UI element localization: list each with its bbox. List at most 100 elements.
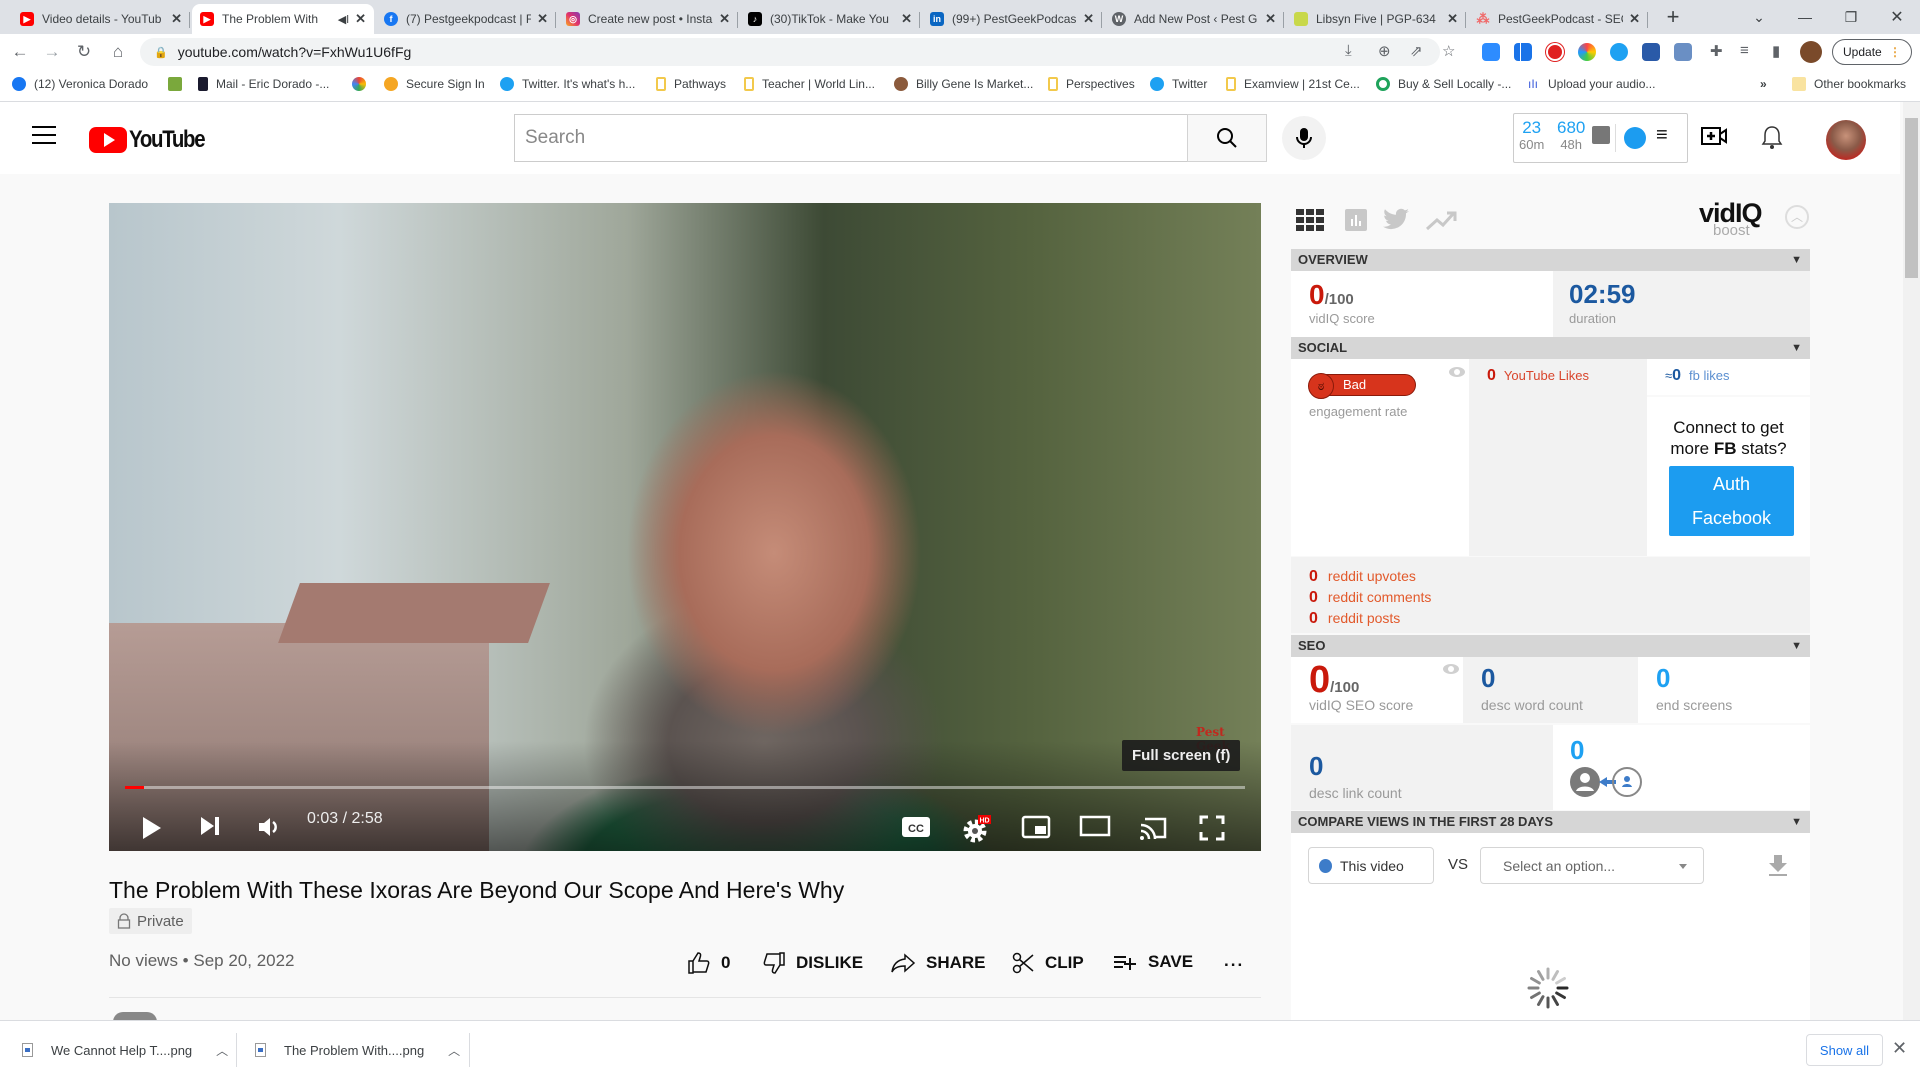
progress-bar[interactable]	[125, 786, 1245, 789]
more-bookmarks-button[interactable]: »	[1760, 77, 1767, 91]
tab-video-details[interactable]: ▶ Video details - YouTub ✕	[12, 4, 190, 34]
tab-facebook[interactable]: f (7) Pestgeekpodcast | F ✕	[376, 4, 556, 34]
play-button[interactable]	[141, 815, 163, 841]
save-button[interactable]: SAVE	[1112, 951, 1193, 973]
close-icon[interactable]: ✕	[537, 11, 548, 27]
collapse-triangle-icon[interactable]: ▼	[1791, 811, 1802, 833]
bookmark-item[interactable]: Twitter. It's what's h...	[500, 77, 635, 91]
vidiq-header-widget[interactable]: 23 60m 680 48h ≡	[1513, 113, 1688, 163]
vidiq-trends-tab[interactable]	[1425, 209, 1457, 236]
tab-tiktok[interactable]: ♪ (30)TikTok - Make You ✕	[740, 4, 920, 34]
this-video-legend[interactable]: This video	[1308, 847, 1434, 884]
captions-button[interactable]: CC	[901, 815, 931, 839]
speaker-icon[interactable]: ◀ǀ	[338, 13, 349, 26]
search-input[interactable]: Search	[514, 114, 1188, 162]
kebab-menu-icon[interactable]: ⋮	[1889, 45, 1901, 59]
reload-button[interactable]: ↻	[70, 34, 98, 70]
like-button[interactable]: 0	[687, 951, 730, 975]
close-icon[interactable]: ✕	[1629, 11, 1640, 27]
vidiq-grid-tab[interactable]	[1296, 209, 1324, 236]
bookmark-item[interactable]: Pathways	[656, 77, 726, 91]
zoom-extension-icon[interactable]	[1482, 43, 1500, 61]
miniplayer-button[interactable]	[1021, 815, 1051, 839]
calendar-extension-icon[interactable]	[1642, 43, 1660, 61]
code-extension-icon[interactable]	[1674, 43, 1692, 61]
bookmark-item[interactable]	[352, 77, 374, 91]
tab-search-chevron-icon[interactable]: ⌄	[1736, 0, 1782, 34]
next-button[interactable]	[199, 815, 221, 837]
extensions-puzzle-icon[interactable]: ✚	[1710, 42, 1723, 60]
side-panel-icon[interactable]: ▮	[1772, 42, 1780, 60]
download-icon[interactable]	[1768, 853, 1788, 877]
close-downloads-bar-button[interactable]: ✕	[1892, 1038, 1907, 1059]
close-icon[interactable]: ✕	[1447, 11, 1458, 27]
tab-linkedin[interactable]: in (99+) PestGeekPodcas ✕	[922, 4, 1102, 34]
tab-wordpress[interactable]: W Add New Post ‹ Pest G ✕	[1104, 4, 1284, 34]
download-item[interactable]: We Cannot Help T....png ︿	[22, 1021, 228, 1079]
seo-section-header[interactable]: SEO ▼	[1291, 635, 1810, 657]
download-item[interactable]: The Problem With....png ︿	[255, 1021, 460, 1079]
hamburger-menu-icon[interactable]	[32, 126, 56, 146]
collapse-triangle-icon[interactable]: ▼	[1791, 635, 1802, 657]
address-bar[interactable]: 🔒 youtube.com/watch?v=FxhWu1U6fFg	[140, 38, 1440, 66]
tab-the-problem-with[interactable]: ▶ The Problem With ◀ǀ ✕	[192, 4, 374, 34]
minimize-button[interactable]: —	[1782, 0, 1828, 34]
collapse-triangle-icon[interactable]: ▼	[1791, 337, 1802, 359]
profile-avatar[interactable]	[1800, 41, 1822, 63]
bookmark-item[interactable]: (12) Veronica Dorado	[12, 77, 148, 91]
more-actions-button[interactable]: ...	[1224, 951, 1244, 971]
cast-button[interactable]	[1139, 815, 1169, 841]
account-avatar[interactable]	[1826, 120, 1866, 160]
bookmark-item[interactable]	[168, 77, 190, 91]
forward-button[interactable]: →	[38, 34, 66, 70]
share-button[interactable]: SHARE	[890, 951, 986, 975]
install-app-icon[interactable]: ⤓	[1345, 42, 1352, 59]
share-icon[interactable]: ⇗	[1410, 42, 1423, 60]
bookmark-item[interactable]: Mail - Eric Dorado -...	[198, 77, 329, 91]
record-extension-icon[interactable]	[1546, 43, 1564, 61]
collapse-triangle-icon[interactable]: ▼	[1791, 249, 1802, 271]
bookmark-item[interactable]: Secure Sign In	[384, 77, 485, 91]
show-all-downloads-button[interactable]: Show all	[1806, 1034, 1883, 1066]
menu-icon[interactable]: ≡	[1656, 124, 1668, 147]
compare-views-section-header[interactable]: COMPARE VIEWS IN THE FIRST 28 DAYS ▼	[1291, 811, 1810, 833]
bookmark-item[interactable]: ıIı Upload your audio...	[1528, 77, 1655, 91]
restore-button[interactable]: ❐	[1828, 0, 1874, 34]
bookmark-item[interactable]: Buy & Sell Locally -...	[1376, 77, 1511, 91]
camera-extension-icon[interactable]	[1578, 43, 1596, 61]
voice-search-button[interactable]	[1282, 116, 1326, 160]
vidiq-logo-icon[interactable]	[1624, 127, 1646, 149]
settings-button[interactable]: HD	[961, 815, 991, 845]
page-scrollbar[interactable]	[1903, 102, 1920, 1020]
close-icon[interactable]: ✕	[719, 11, 730, 27]
close-icon[interactable]: ✕	[1265, 11, 1276, 27]
other-bookmarks-folder[interactable]: Other bookmarks	[1792, 77, 1906, 91]
video-player[interactable]: Pest Geek Full screen (f) 0:03 / 2:58 CC…	[109, 203, 1261, 851]
search-button[interactable]	[1187, 114, 1267, 162]
bookmark-star-icon[interactable]: ☆	[1442, 42, 1455, 60]
auth-facebook-button[interactable]: Auth Facebook	[1669, 466, 1794, 536]
zoom-icon[interactable]: ⊕	[1378, 42, 1391, 60]
eye-icon[interactable]	[1443, 664, 1459, 674]
bookmark-item[interactable]: Twitter	[1150, 77, 1207, 91]
bookmark-item[interactable]: Examview | 21st Ce...	[1226, 77, 1360, 91]
notifications-bell-icon[interactable]	[1760, 124, 1784, 152]
fullscreen-button[interactable]	[1199, 815, 1225, 841]
close-icon[interactable]: ✕	[901, 11, 912, 27]
back-button[interactable]: ←	[6, 34, 34, 70]
bookmark-item[interactable]: Teacher | World Lin...	[744, 77, 875, 91]
vidiq-stats-tab[interactable]	[1345, 209, 1367, 236]
close-icon[interactable]: ✕	[355, 11, 366, 27]
compare-video-select[interactable]: Select an option...	[1480, 847, 1704, 884]
scrollbar-thumb[interactable]	[1905, 118, 1918, 278]
vidiq-extension-icon[interactable]	[1610, 43, 1628, 61]
social-section-header[interactable]: SOCIAL ▼	[1291, 337, 1810, 359]
bookmark-item[interactable]: Billy Gene Is Market...	[894, 77, 1033, 91]
youtube-logo[interactable]: YouTube	[89, 126, 218, 154]
n-extension-icon[interactable]	[1514, 43, 1532, 61]
chevron-up-icon[interactable]: ︿	[216, 1042, 228, 1059]
bookmark-item[interactable]: Perspectives	[1048, 77, 1135, 91]
bar-chart-icon[interactable]	[1592, 126, 1610, 144]
chevron-up-icon[interactable]: ︿	[448, 1042, 460, 1059]
create-video-icon[interactable]	[1700, 124, 1728, 148]
